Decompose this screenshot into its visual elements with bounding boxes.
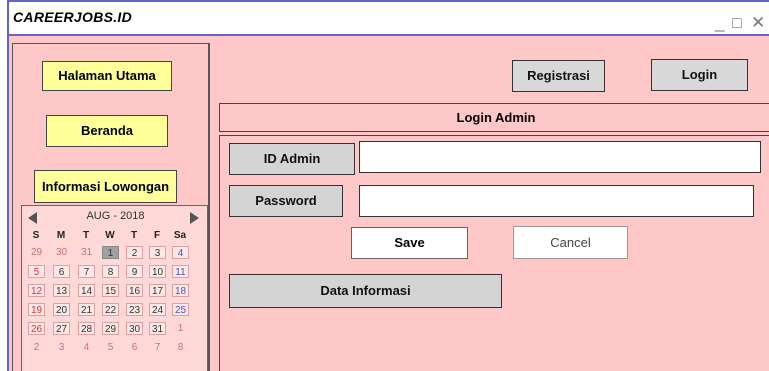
calendar-day[interactable]: 13 [53, 284, 70, 297]
calendar-day[interactable]: 4 [78, 341, 95, 354]
save-button[interactable]: Save [351, 227, 468, 259]
sidebar-item-beranda[interactable]: Beranda [46, 115, 168, 147]
calendar-day[interactable]: 16 [126, 284, 143, 297]
calendar-day[interactable]: 5 [102, 341, 119, 354]
next-month-icon[interactable] [190, 212, 199, 224]
registrasi-button[interactable]: Registrasi [512, 60, 605, 92]
calendar-day[interactable]: 20 [53, 303, 70, 316]
id-admin-field[interactable] [359, 141, 761, 173]
calendar-day[interactable]: 7 [149, 341, 166, 354]
calendar-weekday: F [153, 230, 161, 241]
calendar-day[interactable]: 31 [78, 246, 95, 259]
calendar-day[interactable]: 2 [28, 341, 45, 354]
calendar-day[interactable]: 25 [172, 303, 189, 316]
calendar-weekday: T [130, 230, 138, 241]
password-label: Password [229, 185, 343, 217]
calendar-day[interactable]: 8 [172, 341, 189, 354]
calendar-day[interactable]: 8 [102, 265, 119, 278]
calendar-weekday: T [82, 230, 90, 241]
calendar-day[interactable]: 3 [149, 246, 166, 259]
calendar-day[interactable]: 26 [28, 322, 45, 335]
calendar-day[interactable]: 4 [172, 246, 189, 259]
calendar-day[interactable]: 2 [126, 246, 143, 259]
calendar-day[interactable]: 30 [126, 322, 143, 335]
calendar-day[interactable]: 11 [172, 265, 189, 278]
calendar-day[interactable]: 29 [102, 322, 119, 335]
calendar-day[interactable]: 31 [149, 322, 166, 335]
calendar-day[interactable]: 7 [78, 265, 95, 278]
login-admin-header: Login Admin [219, 103, 769, 132]
calendar-day[interactable]: 18 [172, 284, 189, 297]
minimize-icon[interactable]: _ [715, 14, 724, 31]
calendar-weekday: Sa [173, 230, 187, 241]
calendar-day[interactable]: 22 [102, 303, 119, 316]
data-informasi-button[interactable]: Data Informasi [229, 274, 502, 308]
calendar-month-label: AUG - 2018 [86, 210, 145, 222]
calendar-day[interactable]: 24 [149, 303, 166, 316]
calendar-weekday: W [105, 230, 115, 241]
calendar-day[interactable]: 14 [78, 284, 95, 297]
login-button[interactable]: Login [651, 59, 748, 91]
calendar-day[interactable]: 28 [78, 322, 95, 335]
login-admin-title: Login Admin [456, 110, 536, 125]
close-icon[interactable]: ✕ [751, 14, 765, 31]
calendar-day[interactable]: 1 [102, 246, 119, 259]
sidebar-item-informasi-lowongan[interactable]: Informasi Lowongan [34, 170, 177, 203]
calendar-day[interactable]: 27 [53, 322, 70, 335]
maximize-icon[interactable]: □ [732, 15, 742, 32]
calendar-widget: AUG - 2018 S M T W T F Sa 29 30 31 1 2 3 4 5 6 7 8 9 10 11 12… [21, 205, 208, 371]
calendar-day[interactable]: 6 [126, 341, 143, 354]
calendar-day[interactable]: 9 [126, 265, 143, 278]
calendar-day[interactable]: 6 [53, 265, 70, 278]
calendar-day[interactable]: 19 [28, 303, 45, 316]
calendar-day[interactable]: 21 [78, 303, 95, 316]
title-bar: CAREERJOBS.ID _ □ ✕ [9, 2, 769, 36]
cancel-button[interactable]: Cancel [513, 226, 628, 259]
calendar-day[interactable]: 23 [126, 303, 143, 316]
id-admin-label: ID Admin [229, 143, 355, 175]
app-window: CAREERJOBS.ID _ □ ✕ Halaman Utama Berand… [7, 0, 769, 371]
calendar-day[interactable]: 29 [28, 246, 45, 259]
calendar-day[interactable]: 1 [172, 322, 189, 335]
calendar-day[interactable]: 15 [102, 284, 119, 297]
calendar-day[interactable]: 12 [28, 284, 45, 297]
password-field[interactable] [359, 185, 754, 217]
calendar-day[interactable]: 30 [53, 246, 70, 259]
app-title: CAREERJOBS.ID [13, 9, 133, 25]
calendar-day[interactable]: 17 [149, 284, 166, 297]
calendar-weekday: M [56, 230, 66, 241]
calendar-day[interactable]: 10 [149, 265, 166, 278]
calendar-day[interactable]: 3 [53, 341, 70, 354]
sidebar-item-halaman-utama[interactable]: Halaman Utama [42, 61, 172, 91]
calendar-day[interactable]: 5 [28, 265, 45, 278]
calendar-weekday: S [32, 230, 40, 241]
